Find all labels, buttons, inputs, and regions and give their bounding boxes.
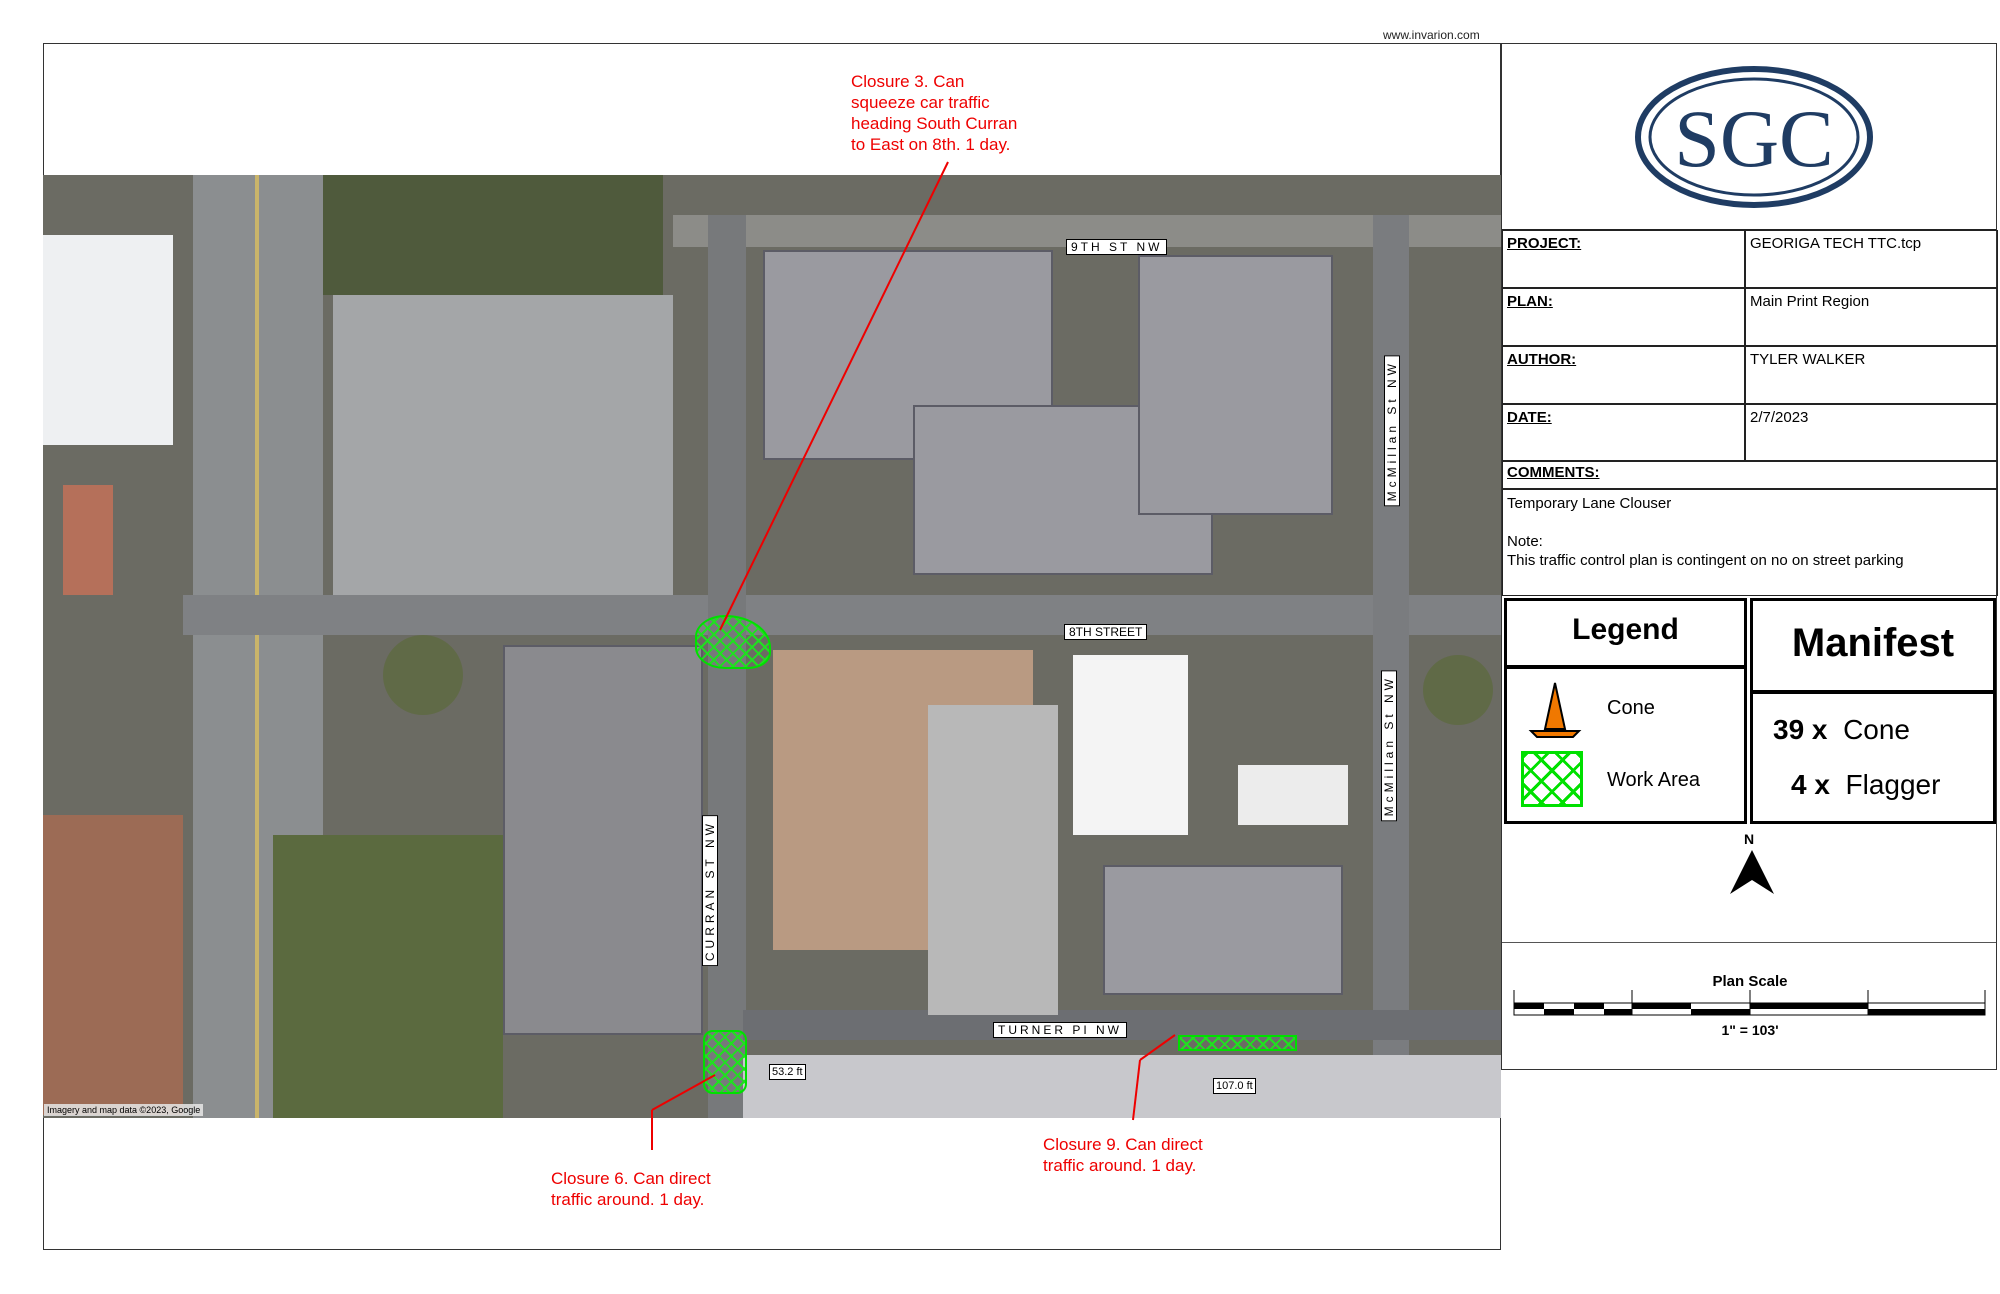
manifest-title: Manifest [1750, 598, 1996, 693]
project-value: GEORIGA TECH TTC.tcp [1745, 230, 1998, 288]
annotation-line: traffic around. 1 day. [551, 1190, 705, 1209]
comments-label: COMMENTS: [1502, 461, 1998, 489]
logo-text: SGC [1674, 93, 1834, 184]
legend-title: Legend [1504, 598, 1747, 668]
comments-box: Temporary Lane Clouser Note: This traffi… [1502, 489, 1998, 596]
north-label: N [1744, 831, 1755, 847]
annotation-line: traffic around. 1 day. [1043, 1156, 1197, 1175]
sgc-logo: SGC [1635, 66, 1873, 208]
plan-label: PLAN: [1502, 288, 1745, 346]
author-value: TYLER WALKER [1745, 346, 1998, 404]
date-label: DATE: [1502, 404, 1745, 461]
comment-spacer [1507, 513, 1993, 532]
legend-box: Cone Work Area [1504, 666, 1747, 824]
annotation-line: Closure 3. Can [851, 72, 965, 91]
annotation-line: heading South Curran [851, 114, 1018, 133]
project-label: PROJECT: [1502, 230, 1745, 288]
title-block: SGC PROJECT: GEORIGA TECH TTC.tcp PLAN: … [1501, 43, 1998, 1070]
manifest-qty: 39 x [1773, 714, 1828, 745]
annotation-closure-9: Closure 9. Can direct traffic around. 1 … [1043, 1134, 1203, 1176]
plan-value: Main Print Region [1745, 288, 1998, 346]
manifest-item: 39 x Cone [1773, 714, 1910, 746]
annotation-closure-6: Closure 6. Can direct traffic around. 1 … [551, 1168, 711, 1210]
comment-line: Temporary Lane Clouser [1507, 495, 1672, 512]
annotation-line: Closure 6. Can direct [551, 1169, 711, 1188]
plan-scale-title: Plan Scale [1712, 973, 1788, 990]
date-value: 2/7/2023 [1745, 404, 1998, 461]
north-arrow-area: N [1502, 826, 1996, 943]
annotation-closure-3: Closure 3. Can squeeze car traffic headi… [851, 71, 1017, 155]
manifest-label: Flagger [1845, 769, 1941, 800]
comment-line: This traffic control plan is contingent … [1507, 552, 1904, 569]
scale-bar [1513, 990, 1986, 1016]
comment-line: Note: [1507, 533, 1543, 550]
legend-label-work-area: Work Area [1607, 769, 1700, 791]
leader-line-closure-6 [651, 1074, 716, 1111]
leader-line-closure-3 [719, 161, 949, 631]
annotation-line: Closure 9. Can direct [1043, 1135, 1203, 1154]
north-arrow-icon [1730, 850, 1774, 894]
work-area-icon [1521, 751, 1583, 807]
manifest-item: 4 x Flagger [1791, 769, 1940, 801]
annotation-line: to East on 8th. 1 day. [851, 135, 1011, 154]
leader-line-closure-9 [1139, 1034, 1176, 1061]
legend-label-cone: Cone [1607, 697, 1655, 719]
annotation-line: squeeze car traffic [851, 93, 990, 112]
logo-area: SGC [1502, 44, 1996, 230]
manifest-qty: 4 x [1791, 769, 1830, 800]
manifest-label: Cone [1843, 714, 1910, 745]
scale-ratio: 1" = 103' [1721, 1022, 1779, 1038]
traffic-cone-icon [1528, 682, 1582, 738]
author-label: AUTHOR: [1502, 346, 1745, 404]
leader-line-closure-9 [1132, 1059, 1141, 1121]
manifest-box: 39 x Cone 4 x Flagger [1750, 691, 1996, 824]
